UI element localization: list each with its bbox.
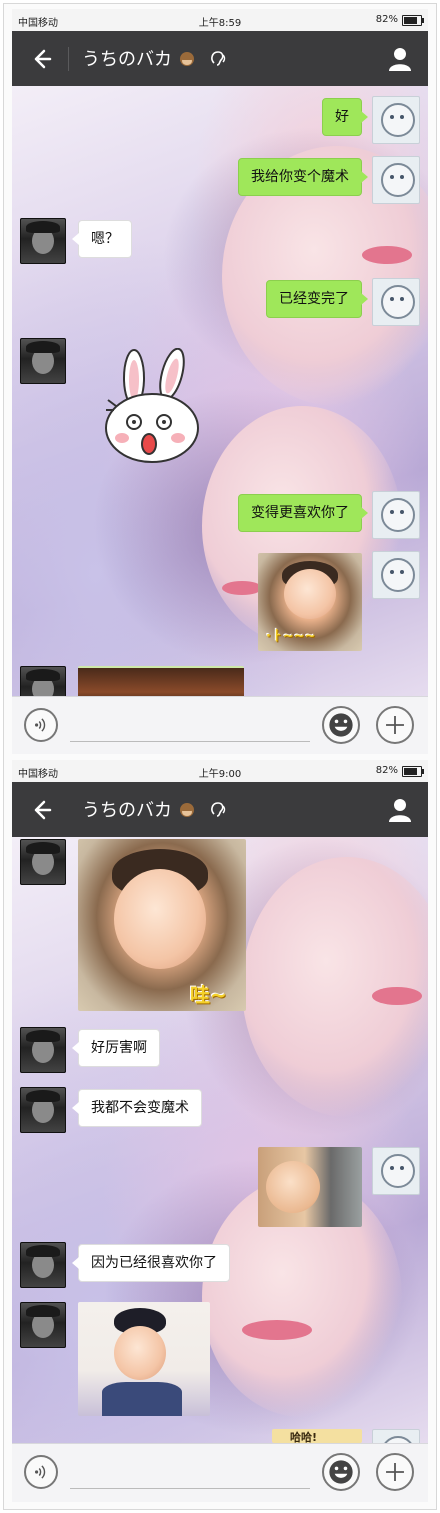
status-bar: 中国移动 上午9:00 82% [12, 760, 428, 782]
avatar-self[interactable] [372, 1147, 420, 1195]
chat-header: うちのバカ [12, 31, 428, 86]
emoji-button[interactable] [322, 1453, 360, 1491]
avatar-contact[interactable] [20, 1027, 66, 1073]
avatar-contact[interactable] [20, 666, 66, 696]
sticker-caption: ·ㅏ~~~ [266, 629, 316, 644]
back-arrow-icon[interactable] [28, 796, 56, 824]
sticker-face [114, 1326, 166, 1380]
avatar-self[interactable] [372, 278, 420, 326]
chat-screen-1: 中国移动 上午8:59 82% うちのバカ 好 我给你变个魔术 嗯？ 已经变完了… [12, 9, 428, 754]
chat-area[interactable]: 哇~ 好厉害啊 我都不会变魔术 因为已经很喜欢你了 哈哈! [12, 837, 428, 1443]
message-input[interactable] [70, 1488, 310, 1489]
avatar-self[interactable] [372, 1429, 420, 1443]
battery-icon [402, 15, 424, 26]
sticker-clothes [102, 1382, 182, 1416]
plus-button[interactable] [376, 1453, 414, 1491]
voice-button[interactable] [24, 708, 58, 742]
message-bubble-in[interactable]: 好厉害啊 [72, 1029, 160, 1067]
battery-icon [402, 766, 424, 777]
monkey-emoji-icon [179, 803, 194, 817]
battery-label: 82% [375, 765, 398, 776]
chat-title-text: うちのバカ [82, 800, 172, 821]
chat-area[interactable]: 好 我给你变个魔术 嗯？ 已经变完了 变得更喜欢你了 ·ㅏ~~~ [12, 86, 428, 696]
avatar-contact[interactable] [20, 1242, 66, 1288]
message-bubble-out[interactable]: 我给你变个魔术 [238, 158, 368, 196]
baby-wa-sticker[interactable]: 哇~ [78, 839, 246, 1011]
battery-label: 82% [375, 14, 398, 25]
back-arrow-icon[interactable] [28, 45, 56, 73]
message-bubble-in[interactable]: 嗯？ [72, 220, 132, 258]
background-lips [242, 1320, 312, 1340]
voice-icon [35, 718, 46, 732]
plus-icon [386, 716, 404, 734]
clock-label: 上午8:59 [198, 18, 242, 29]
message-bubble-out[interactable]: 好 [322, 98, 368, 136]
avatar-contact[interactable] [20, 218, 66, 264]
earpiece-icon [211, 802, 226, 817]
plus-icon [386, 1463, 404, 1481]
avatar-contact[interactable] [20, 1087, 66, 1133]
emoji-icon [329, 1460, 353, 1484]
profile-icon[interactable] [386, 796, 414, 824]
chat-header: うちのバカ [12, 782, 428, 837]
avatar-contact[interactable] [20, 1302, 66, 1348]
input-bar [12, 696, 428, 754]
laughing-baby-sticker[interactable] [258, 1147, 362, 1227]
avatar-self[interactable] [372, 491, 420, 539]
status-bar: 中国移动 上午8:59 82% [12, 9, 428, 31]
chat-title: うちのバカ [82, 45, 196, 71]
message-bubble-out[interactable]: 变得更喜欢你了 [238, 494, 368, 532]
avatar-self[interactable] [372, 156, 420, 204]
clock-label: 上午9:00 [198, 769, 242, 780]
message-bubble-in[interactable]: 因为已经很喜欢你了 [72, 1244, 230, 1282]
background-lips [222, 581, 262, 595]
input-bar [12, 1443, 428, 1502]
message-input[interactable] [70, 741, 310, 742]
profile-icon[interactable] [386, 45, 414, 73]
message-bubble-out[interactable]: 已经变完了 [266, 280, 368, 318]
chat-title: うちのバカ [82, 796, 196, 822]
sticker-caption: 哇~ [190, 983, 227, 1007]
voice-button[interactable] [24, 1455, 58, 1489]
avatar-self[interactable] [372, 96, 420, 144]
message-bubble-in[interactable]: 我都不会变魔术 [72, 1089, 202, 1127]
emoji-icon [329, 713, 353, 737]
emoji-button[interactable] [322, 706, 360, 744]
background-lips [362, 246, 412, 264]
avatar-contact[interactable] [20, 839, 66, 885]
earpiece-icon [211, 51, 226, 66]
partial-photo-sticker[interactable] [78, 666, 244, 696]
plus-button[interactable] [376, 706, 414, 744]
header-divider [68, 47, 69, 71]
sticker-face [114, 869, 206, 969]
chat-title-text: うちのバカ [82, 49, 172, 70]
sticker-face [284, 569, 336, 619]
rabbit-sticker[interactable] [102, 348, 202, 466]
background-lips [372, 987, 422, 1005]
smiling-kid-sticker[interactable]: ·ㅏ~~~ [258, 553, 362, 651]
partial-sticker[interactable]: 哈哈! [272, 1429, 362, 1443]
voice-icon [35, 1465, 46, 1479]
kid-hat-sticker[interactable] [78, 1302, 210, 1416]
avatar-self[interactable] [372, 551, 420, 599]
monkey-emoji-icon [179, 52, 194, 66]
avatar-contact[interactable] [20, 338, 66, 384]
chat-screen-2: 中国移动 上午9:00 82% うちのバカ 哇~ 好厉害啊 我都不会变魔术 因为… [12, 760, 428, 1502]
sticker-caption: 哈哈! [290, 1431, 318, 1443]
sticker-face [266, 1161, 320, 1213]
